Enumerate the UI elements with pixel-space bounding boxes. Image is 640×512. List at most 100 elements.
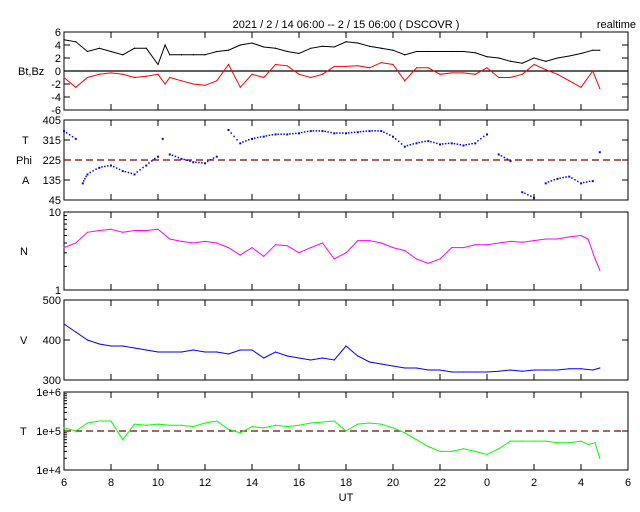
data-point-phi [392,135,394,138]
data-point-phi [71,135,74,138]
data-point-n [380,242,382,244]
data-point-t [587,443,589,446]
data-point-n [521,241,523,243]
data-point-bt [592,49,594,51]
data-point-phi [468,143,470,145]
data-point-phi [312,130,315,132]
data-point-n [587,238,589,240]
data-point-bz [239,86,241,88]
data-point-bz [451,72,453,74]
data-point-t [122,439,124,441]
data-point-bz [75,86,77,88]
y-axis-label: V [20,335,28,347]
data-point-v [545,369,547,371]
data-point-v [180,351,183,353]
data-point-bt [462,50,465,53]
data-point-phi [418,141,420,144]
data-point-phi [118,168,121,171]
data-point-phi [259,136,262,138]
data-point-phi [453,142,456,145]
data-point-bt [451,50,453,53]
data-point-bz [486,67,488,69]
data-point-bt [263,46,265,48]
data-point-t [180,424,183,426]
data-point-bt [368,45,371,47]
data-point-bt [486,56,488,58]
data-point-phi [365,130,368,132]
data-point-bz [439,73,441,75]
data-point-phi [268,134,271,137]
data-point-bt [145,47,147,49]
data-point-bt [274,47,277,49]
data-point-phi [409,144,412,146]
data-point-v [298,357,300,359]
data-point-phi [145,164,148,167]
data-point-n [404,249,406,252]
data-point-phi [130,172,133,175]
data-point-phi [321,130,324,133]
data-point-v [86,339,89,341]
series-line-t [63,420,601,459]
data-point-n [110,228,112,230]
data-point-phi [65,132,68,134]
x-axis-label: UT [339,492,354,504]
data-point-phi [424,140,426,143]
data-point-v [427,369,429,371]
data-point-bt [310,47,312,49]
data-point-t [427,445,429,448]
data-point-phi [95,168,97,170]
data-point-phi [192,161,195,164]
data-point-phi [497,153,500,156]
panels: -6-4-20246Bt,Bz45135225315405TPhiA110N30… [16,27,631,489]
y-tick-label: 315 [43,135,61,147]
data-point-phi [327,131,329,133]
data-point-bt [509,60,512,62]
y-tick-label: 1e+6 [36,387,61,399]
data-point-bt [227,49,230,51]
data-point-v [239,349,241,351]
data-point-n [145,229,147,232]
data-point-t [263,427,265,429]
data-point-phi [298,132,300,135]
data-point-bt [545,60,547,62]
data-point-phi [571,177,573,179]
data-point-bz [110,72,112,74]
data-point-phi [406,144,409,147]
data-point-bz [474,73,476,75]
data-point-t [451,450,453,452]
data-point-n [75,242,77,244]
data-point-phi [544,182,547,185]
data-point-phi [574,179,576,181]
data-point-phi [530,195,532,197]
data-point-v [592,369,594,371]
data-point-phi [486,133,488,136]
data-point-n [122,231,124,233]
data-point-n [594,258,596,260]
data-point-bt [345,41,347,43]
data-point-t [251,425,253,428]
data-point-phi [553,179,556,181]
data-point-phi [359,130,362,133]
data-point-phi [286,133,289,136]
data-point-bz [556,73,559,75]
data-point-v [380,363,382,365]
data-point-t [415,439,418,441]
data-point-phi [253,137,256,139]
data-point-bt [180,54,183,56]
data-point-t [216,420,218,422]
data-point-phi [577,180,579,183]
data-point-phi [251,137,253,140]
data-point-phi [430,140,432,143]
data-point-phi [68,134,71,136]
data-point-n [239,254,241,256]
data-point-v [580,368,582,370]
x-tick-label: 22 [434,477,446,489]
data-point-phi [289,133,291,135]
data-point-phi [345,132,347,135]
data-point-t [380,423,382,425]
x-tick-label: 4 [578,477,584,489]
data-point-n [263,255,265,257]
series-line-bt [63,39,600,66]
data-point-bt [169,54,171,56]
data-point-bt [415,50,418,53]
